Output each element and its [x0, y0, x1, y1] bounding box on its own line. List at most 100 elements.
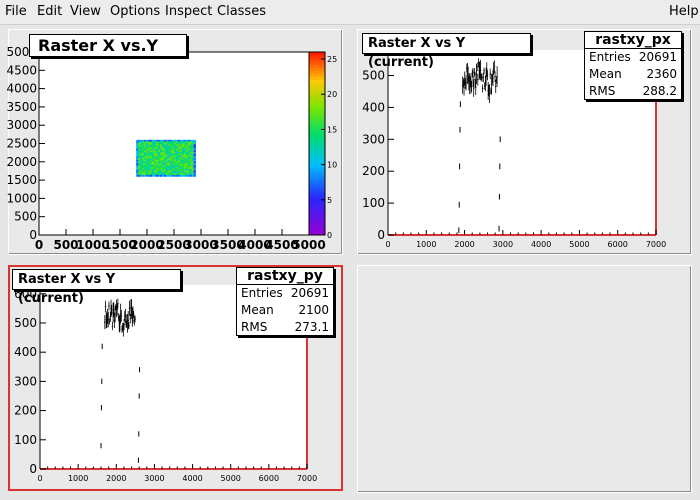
palette-band — [309, 55, 325, 59]
z-tick-label: 20 — [327, 90, 337, 99]
pad-raster-xy[interactable]: 0 500 1000 1500 2000 2500 3000 3500 4000 4500 5000… — [6, 29, 343, 255]
z-tick-label: 5 — [327, 196, 332, 205]
y-tick-label: 0 — [29, 462, 37, 476]
palette-band — [309, 146, 325, 150]
palette-band — [309, 134, 325, 138]
palette-band — [309, 158, 325, 163]
menu-classes[interactable]: Classes — [217, 4, 266, 19]
palette-band — [309, 207, 325, 211]
menu-edit[interactable]: Edit — [37, 4, 62, 19]
y-tick-label: 0 — [377, 228, 385, 242]
palette-band — [309, 128, 325, 132]
y-tick-label: 500 — [14, 316, 37, 330]
palette-band — [309, 189, 325, 193]
pad-rastxy-px[interactable]: 0 1000 2000 3000 4000 5000 6000 7000 0 100 200 300 4… — [357, 29, 692, 255]
palette-band — [309, 85, 325, 89]
palette-band — [309, 61, 325, 65]
menu-file[interactable]: File — [5, 4, 27, 19]
stats-box-px: rastxy_px Entries 20691 Mean 2360 RMS 288.2 — [584, 31, 682, 100]
heatmap-plot: 0 500100015002000250030003500400045005000… — [6, 45, 337, 252]
heatmap-cell — [189, 174, 192, 177]
palette-band — [309, 79, 325, 83]
pad-rastxy-py[interactable]: 0 1000 2000 3000 4000 5000 6000 7000 0 100 200 300 4… — [8, 265, 343, 491]
palette-band — [309, 73, 325, 77]
menu-inspect[interactable]: Inspect — [165, 4, 212, 19]
palette-band — [309, 131, 325, 135]
palette-band — [309, 213, 325, 218]
x-tick-label: 5000 — [292, 238, 325, 252]
palette-band — [309, 204, 325, 208]
x-tick-label: 1000 — [416, 240, 436, 249]
stats-rms-value: 273.1 — [294, 320, 329, 334]
heatmap-cell — [144, 174, 147, 177]
stats-name: rastxy_py — [237, 268, 333, 285]
palette-band — [309, 195, 325, 199]
x-tick-label: 6000 — [608, 240, 628, 249]
palette-band — [309, 222, 325, 227]
stats-mean-label: Mean — [589, 67, 622, 81]
menu-view[interactable]: View — [70, 4, 101, 19]
heatmap-cell — [157, 174, 161, 177]
heatmap-cell — [150, 174, 153, 177]
palette-band — [309, 183, 325, 187]
y-tick-label: 300 — [362, 132, 385, 146]
heatmap-cell — [159, 174, 163, 177]
x-tick-label: 500 — [53, 238, 78, 252]
y-tick-label: 100 — [362, 196, 385, 210]
palette-band — [309, 116, 325, 120]
heatmap-cell — [136, 174, 139, 177]
palette-band — [309, 122, 325, 126]
heatmap-cell — [181, 174, 185, 177]
x-tick-label: 5000 — [569, 240, 589, 249]
palette-band — [309, 177, 325, 181]
pad1-title-box: Raster X vs.Y — [29, 34, 187, 57]
heatmap-cell — [161, 174, 165, 177]
stats-mean-value: 2360 — [646, 67, 677, 81]
y-tick-label: 400 — [14, 345, 37, 359]
palette-band — [309, 167, 325, 172]
y-tick-label: 3000 — [6, 118, 37, 132]
y-tick-label: 200 — [14, 404, 37, 418]
heatmap-cell — [140, 174, 143, 177]
heatmap-cell — [148, 174, 151, 177]
stats-rms-label: RMS — [241, 320, 268, 334]
x-tick-label: 3000 — [493, 240, 513, 249]
pad3-title-box: Raster X vs Y (current) — [12, 269, 181, 306]
palette-band — [309, 52, 325, 56]
palette-band — [309, 216, 325, 221]
x-tick-label: 0 — [385, 240, 390, 249]
z-tick-label: 10 — [327, 161, 337, 170]
pad-empty[interactable] — [357, 265, 692, 493]
palette-band — [309, 119, 325, 123]
y-tick-label: 1500 — [6, 173, 37, 187]
palette-band — [309, 109, 325, 114]
heatmap-cell — [191, 174, 194, 177]
palette-band — [309, 225, 325, 230]
palette-band — [309, 201, 325, 205]
heatmap-cell — [163, 174, 167, 177]
heatmap-cell — [193, 174, 196, 177]
y-tick-label: 400 — [362, 100, 385, 114]
palette-band — [309, 137, 325, 141]
y-tick-label: 2500 — [6, 137, 37, 151]
palette-band — [309, 76, 325, 80]
menu-help[interactable]: Help — [669, 4, 699, 19]
y-tick-label: 0 — [29, 228, 37, 242]
x-tick-label: 1000 — [68, 474, 88, 483]
heatmap-cell — [175, 174, 179, 177]
stats-box-py: rastxy_py Entries 20691 Mean 2100 RMS 273.1 — [236, 267, 334, 336]
heatmap-cell — [179, 174, 183, 177]
y-tick-label: 2000 — [6, 155, 37, 169]
palette-band — [309, 113, 325, 117]
y-tick-label: 3500 — [6, 100, 37, 114]
y-tick-label: 1000 — [6, 191, 37, 205]
palette-band — [309, 125, 325, 129]
y-tick-label: 300 — [14, 374, 37, 388]
menu-options[interactable]: Options — [110, 4, 160, 19]
palette-band — [309, 70, 325, 74]
palette-band — [309, 103, 325, 108]
palette-band — [309, 228, 325, 233]
heatmap-cell — [154, 174, 157, 177]
palette-band — [309, 88, 325, 93]
stats-entries-label: Entries — [589, 50, 631, 64]
